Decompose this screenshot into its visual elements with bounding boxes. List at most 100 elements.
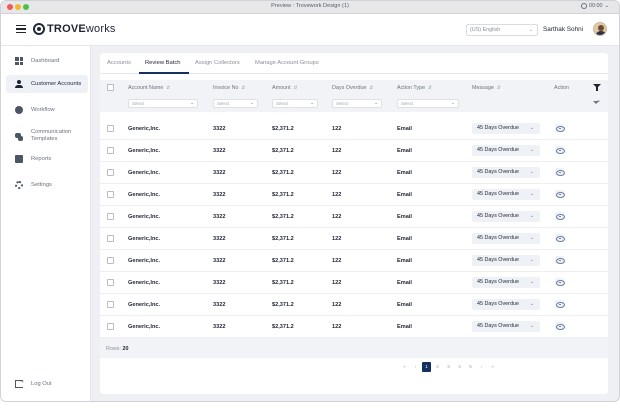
row-checkbox[interactable] bbox=[107, 301, 114, 308]
column-header-days-overdue[interactable]: Days Overdue ⇵ bbox=[332, 85, 373, 91]
column-header-account-name[interactable]: Account Name ⇵ bbox=[128, 85, 170, 91]
clear-filter-icon[interactable] bbox=[593, 99, 601, 108]
chevron-down-icon[interactable]: ⌄ bbox=[604, 3, 609, 9]
row-checkbox[interactable] bbox=[107, 169, 114, 176]
cell-account-name: Generic,Inc. bbox=[128, 236, 161, 242]
cell-amount: $2,371.2 bbox=[272, 280, 294, 286]
column-header-message[interactable]: Message ⇵ bbox=[472, 85, 501, 91]
sidebar-item-workflow[interactable]: Workflow bbox=[6, 101, 88, 119]
next-page-button[interactable]: › bbox=[477, 362, 486, 372]
cell-days-overdue: 122 bbox=[332, 324, 342, 330]
table-row[interactable]: Generic,Inc. 3322 $2,371.2 122 Email 45 Days … bbox=[100, 206, 608, 228]
cell-account-name: Generic,Inc. bbox=[128, 258, 161, 264]
filter-days-overdue[interactable]: Select ⌄ bbox=[332, 99, 382, 108]
first-page-button[interactable]: « bbox=[400, 362, 409, 372]
table-row[interactable]: Generic,Inc. 3322 $2,371.2 122 Email 45 Days … bbox=[100, 162, 608, 184]
table-row[interactable]: Generic,Inc. 3322 $2,371.2 122 Email 45 Days … bbox=[100, 140, 608, 162]
cell-amount: $2,371.2 bbox=[272, 258, 294, 264]
message-select[interactable]: 45 Days Overdue ⌄ bbox=[472, 255, 540, 266]
filter-icon[interactable] bbox=[593, 84, 601, 91]
message-value: 45 Days Overdue bbox=[477, 279, 519, 285]
sidebar-item-reports[interactable]: Reports bbox=[6, 150, 88, 168]
previous-page-button[interactable]: ‹ bbox=[411, 362, 420, 372]
chevron-down-icon: ⌄ bbox=[310, 100, 314, 105]
column-header-amount[interactable]: Amount ⇵ bbox=[272, 85, 297, 91]
cell-account-name: Generic,Inc. bbox=[128, 302, 161, 308]
view-icon[interactable] bbox=[555, 212, 565, 220]
window-title: Preview : Trovework Design (1) bbox=[271, 3, 349, 9]
view-icon[interactable] bbox=[555, 190, 565, 198]
view-icon[interactable] bbox=[555, 234, 565, 242]
sidebar-item-communication-templates[interactable]: Communication Templates bbox=[6, 126, 88, 148]
sidebar-item-label: Customer Accounts bbox=[31, 80, 82, 87]
view-icon[interactable] bbox=[555, 300, 565, 308]
message-select[interactable]: 45 Days Overdue ⌄ bbox=[472, 277, 540, 288]
sidebar-item-settings[interactable]: Settings bbox=[6, 176, 88, 194]
row-checkbox[interactable] bbox=[107, 235, 114, 242]
cell-days-overdue: 122 bbox=[332, 280, 342, 286]
table-row[interactable]: Generic,Inc. 3322 $2,371.2 122 Email 45 Days … bbox=[100, 228, 608, 250]
row-checkbox[interactable] bbox=[107, 125, 114, 132]
table-row[interactable]: Generic,Inc. 3322 $2,371.2 122 Email 45 Days … bbox=[100, 294, 608, 316]
sidebar-item-dashboard[interactable]: Dashboard bbox=[6, 52, 88, 70]
cell-amount: $2,371.2 bbox=[272, 214, 294, 220]
select-all-checkbox[interactable] bbox=[107, 84, 114, 91]
sidebar-item-customer-accounts[interactable]: Customer Accounts bbox=[6, 75, 88, 93]
sidebar-item-label: Settings bbox=[31, 181, 52, 188]
message-select[interactable]: 45 Days Overdue ⌄ bbox=[472, 123, 540, 134]
tab-assign-collectors[interactable]: Assign Collectors bbox=[195, 60, 240, 66]
logout-button[interactable]: Log Out bbox=[6, 375, 88, 393]
column-header-invoice-no[interactable]: Invoice No ⇵ bbox=[213, 85, 245, 91]
page-button-4[interactable]: 4 bbox=[455, 362, 464, 372]
row-checkbox[interactable] bbox=[107, 147, 114, 154]
view-icon[interactable] bbox=[555, 146, 565, 154]
table-row[interactable]: Generic,Inc. 3322 $2,371.2 122 Email 45 Days … bbox=[100, 250, 608, 272]
table-row[interactable]: Generic,Inc. 3322 $2,371.2 122 Email 45 Days … bbox=[100, 272, 608, 294]
row-checkbox[interactable] bbox=[107, 213, 114, 220]
table-row[interactable]: Generic,Inc. 3322 $2,371.2 122 Email 45 Days … bbox=[100, 184, 608, 206]
page-button-1[interactable]: 1 bbox=[422, 362, 431, 372]
table-row[interactable]: Generic,Inc. 3322 $2,371.2 122 Email 45 Days … bbox=[100, 316, 608, 338]
column-header-action-type[interactable]: Action Type ⇵ bbox=[397, 85, 432, 91]
tab-accounts[interactable]: Accounts bbox=[107, 60, 131, 66]
language-select[interactable]: (US) English ⌄ bbox=[466, 24, 538, 36]
rows-count: Rows: 20 bbox=[106, 346, 128, 352]
view-icon[interactable] bbox=[555, 124, 565, 132]
view-icon[interactable] bbox=[555, 322, 565, 330]
message-select[interactable]: 45 Days Overdue ⌄ bbox=[472, 189, 540, 200]
avatar[interactable] bbox=[593, 22, 607, 36]
view-icon[interactable] bbox=[555, 278, 565, 286]
top-bar: TROVEworks (US) English ⌄ Sarthak Sohni bbox=[1, 14, 619, 46]
filter-amount[interactable]: Select ⌄ bbox=[272, 99, 318, 108]
cell-invoice-no: 3322 bbox=[213, 148, 226, 154]
tab-manage-account-groups[interactable]: Manage Account Groups bbox=[255, 60, 319, 66]
cell-invoice-no: 3322 bbox=[213, 192, 226, 198]
message-select[interactable]: 45 Days Overdue ⌄ bbox=[472, 211, 540, 222]
row-checkbox[interactable] bbox=[107, 323, 114, 330]
page-button-3[interactable]: 3 bbox=[444, 362, 453, 372]
user-name[interactable]: Sarthak Sohni bbox=[543, 26, 583, 33]
filter-invoice-no[interactable]: Select ⌄ bbox=[213, 99, 258, 108]
message-select[interactable]: 45 Days Overdue ⌄ bbox=[472, 299, 540, 310]
menu-icon[interactable] bbox=[16, 25, 26, 33]
view-icon[interactable] bbox=[555, 168, 565, 176]
message-select[interactable]: 45 Days Overdue ⌄ bbox=[472, 167, 540, 178]
chevron-down-icon: ⌄ bbox=[451, 100, 455, 105]
page-button-5[interactable]: 5 bbox=[466, 362, 475, 372]
tab-review-batch[interactable]: Review Batch bbox=[145, 60, 180, 66]
filter-action-type[interactable]: Select ⌄ bbox=[397, 99, 459, 108]
row-checkbox[interactable] bbox=[107, 257, 114, 264]
page-button-2[interactable]: 2 bbox=[433, 362, 442, 372]
cell-account-name: Generic,Inc. bbox=[128, 126, 161, 132]
row-checkbox[interactable] bbox=[107, 279, 114, 286]
row-checkbox[interactable] bbox=[107, 191, 114, 198]
view-icon[interactable] bbox=[555, 256, 565, 264]
last-page-button[interactable]: » bbox=[488, 362, 497, 372]
message-select[interactable]: 45 Days Overdue ⌄ bbox=[472, 145, 540, 156]
table-row[interactable]: Generic,Inc. 3322 $2,371.2 122 Email 45 Days … bbox=[100, 118, 608, 140]
report-icon bbox=[15, 155, 23, 163]
message-select[interactable]: 45 Days Overdue ⌄ bbox=[472, 233, 540, 244]
filter-account-name[interactable]: Select ⌄ bbox=[128, 99, 198, 108]
message-select[interactable]: 45 Days Overdue ⌄ bbox=[472, 321, 540, 332]
cell-action-type: Email bbox=[397, 258, 412, 264]
